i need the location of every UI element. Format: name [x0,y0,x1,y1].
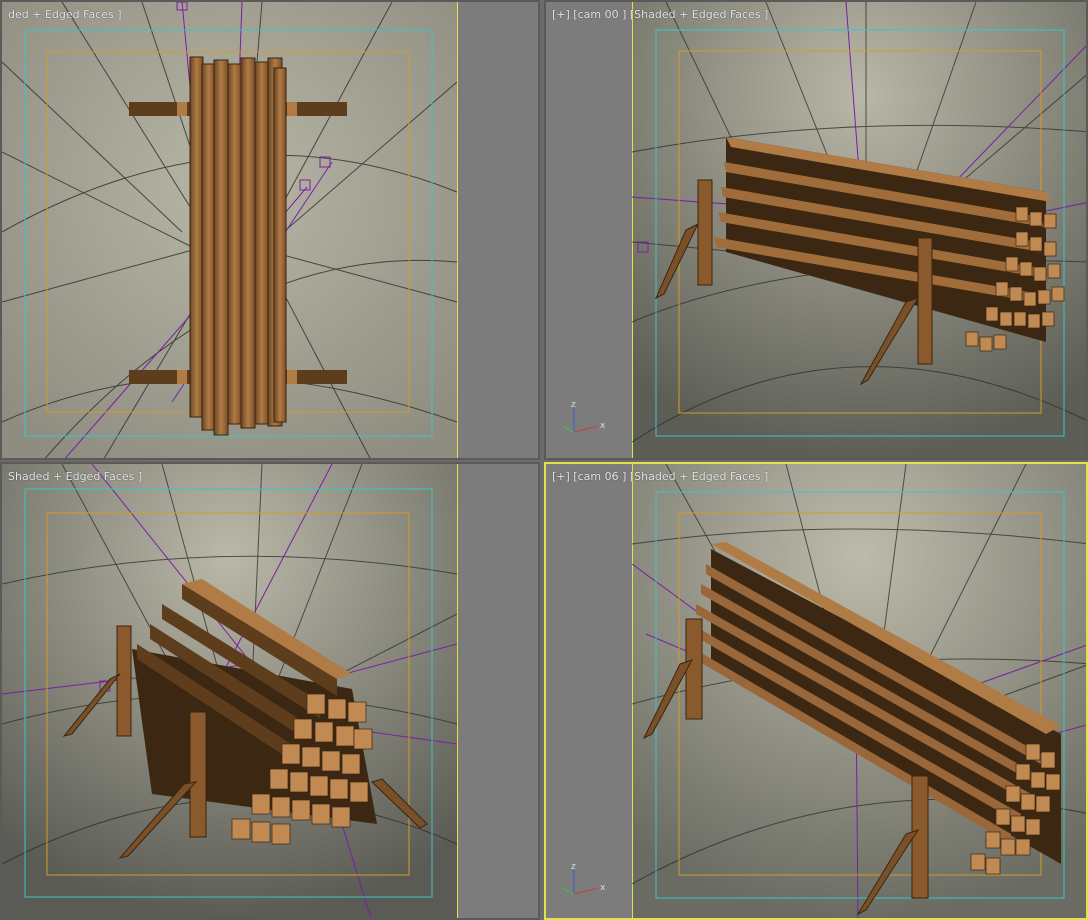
viewport-top-left[interactable]: ded + Edged Faces ] [0,0,540,460]
axis-x-label: x [600,883,606,893]
viewport-label[interactable]: Shaded + Edged Faces ] [8,470,142,483]
viewport-label[interactable]: ded + Edged Faces ] [8,8,122,21]
viewport-scene-bottom-right: z x [546,464,1086,918]
viewport-scene-top-left [2,2,538,458]
axis-x-label: x [600,421,606,431]
viewport-label[interactable]: [+] [cam 06 ] [Shaded + Edged Faces ] [552,470,768,483]
viewport-bottom-left[interactable]: Shaded + Edged Faces ] [0,462,540,920]
viewport-scene-top-right: z x [546,2,1086,458]
viewport-bottom-right[interactable]: z x [+] [cam 06 ] [Shaded + Edged Faces … [544,462,1088,920]
axis-z-label: z [571,400,576,410]
axis-z-label: z [571,862,576,872]
viewport-top-right[interactable]: z x [+] [cam 00 ] [Shaded + Edged Faces … [544,0,1088,460]
viewport-scene-bottom-left [2,464,538,918]
viewport-label[interactable]: [+] [cam 00 ] [Shaded + Edged Faces ] [552,8,768,21]
